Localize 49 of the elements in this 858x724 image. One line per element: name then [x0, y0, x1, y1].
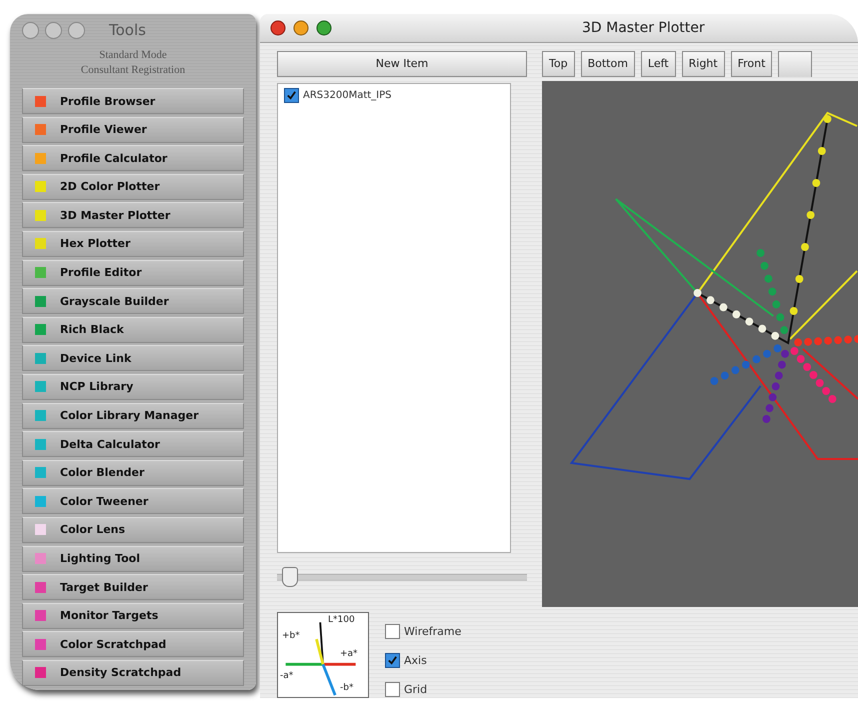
view-button[interactable]: Left — [640, 50, 676, 77]
tool-button[interactable]: NCP Library — [22, 374, 244, 400]
checkbox[interactable] — [385, 653, 400, 668]
new-item-button[interactable]: New Item — [277, 50, 527, 77]
checkbox[interactable] — [385, 682, 400, 697]
tool-button[interactable]: 2D Color Plotter — [22, 174, 244, 200]
axis-label: L*100 — [328, 615, 355, 625]
view-button[interactable]: Right — [682, 50, 725, 77]
tool-button[interactable]: Density Scratchpad — [22, 660, 244, 686]
tool-button[interactable]: Device Link — [22, 345, 244, 372]
axis-label: -b* — [340, 683, 354, 693]
tool-button[interactable]: Grayscale Builder — [22, 288, 244, 314]
tool-button[interactable]: Rich Black — [22, 316, 244, 343]
option-label: Grid — [404, 683, 428, 696]
axis-label: +b* — [282, 631, 300, 641]
window-title: Tools — [109, 21, 146, 39]
axis-label: -a* — [280, 671, 294, 681]
item-label: ARS3200Matt_IPS — [303, 90, 392, 101]
slider-thumb[interactable] — [282, 566, 298, 587]
view-button[interactable]: Bottom — [580, 50, 635, 77]
mode-label: Standard Mode — [98, 48, 168, 63]
mode-label: Consultant Registration — [80, 63, 186, 78]
tool-button[interactable]: Target Builder — [22, 574, 244, 600]
tool-button[interactable]: Color Lens — [22, 516, 244, 543]
view-button[interactable]: Top — [542, 50, 575, 77]
tool-button[interactable]: Profile Calculator — [22, 145, 244, 172]
option-label: Axis — [404, 654, 427, 667]
tool-button[interactable]: 3D Master Plotter — [22, 202, 244, 228]
tool-button[interactable]: Monitor Targets — [22, 602, 244, 629]
view-button[interactable]: Front — [730, 50, 772, 77]
tool-button[interactable]: Color Library Manager — [22, 402, 244, 429]
checkbox[interactable] — [385, 624, 400, 639]
tool-button[interactable]: Color Scratchpad — [22, 631, 244, 658]
tool-button[interactable]: Delta Calculator — [22, 431, 244, 458]
tool-button[interactable]: Profile Browser — [22, 88, 244, 114]
tool-button[interactable]: Hex Plotter — [22, 230, 244, 257]
close-icon[interactable] — [270, 20, 286, 36]
tool-button[interactable]: Color Tweener — [22, 488, 244, 514]
window-title: 3D Master Plotter — [582, 20, 705, 36]
tool-button[interactable]: Profile Editor — [22, 260, 244, 286]
axis-label: +a* — [340, 649, 358, 659]
zoom-icon[interactable] — [316, 20, 332, 36]
tool-button[interactable]: Color Blender — [22, 460, 244, 486]
tool-button[interactable]: Profile Viewer — [22, 116, 244, 143]
checkbox[interactable] — [284, 88, 299, 103]
minimize-icon[interactable] — [293, 20, 309, 36]
tool-button[interactable]: Lighting Tool — [22, 546, 244, 572]
view-button[interactable] — [778, 50, 812, 77]
option-label: Wireframe — [404, 625, 462, 638]
